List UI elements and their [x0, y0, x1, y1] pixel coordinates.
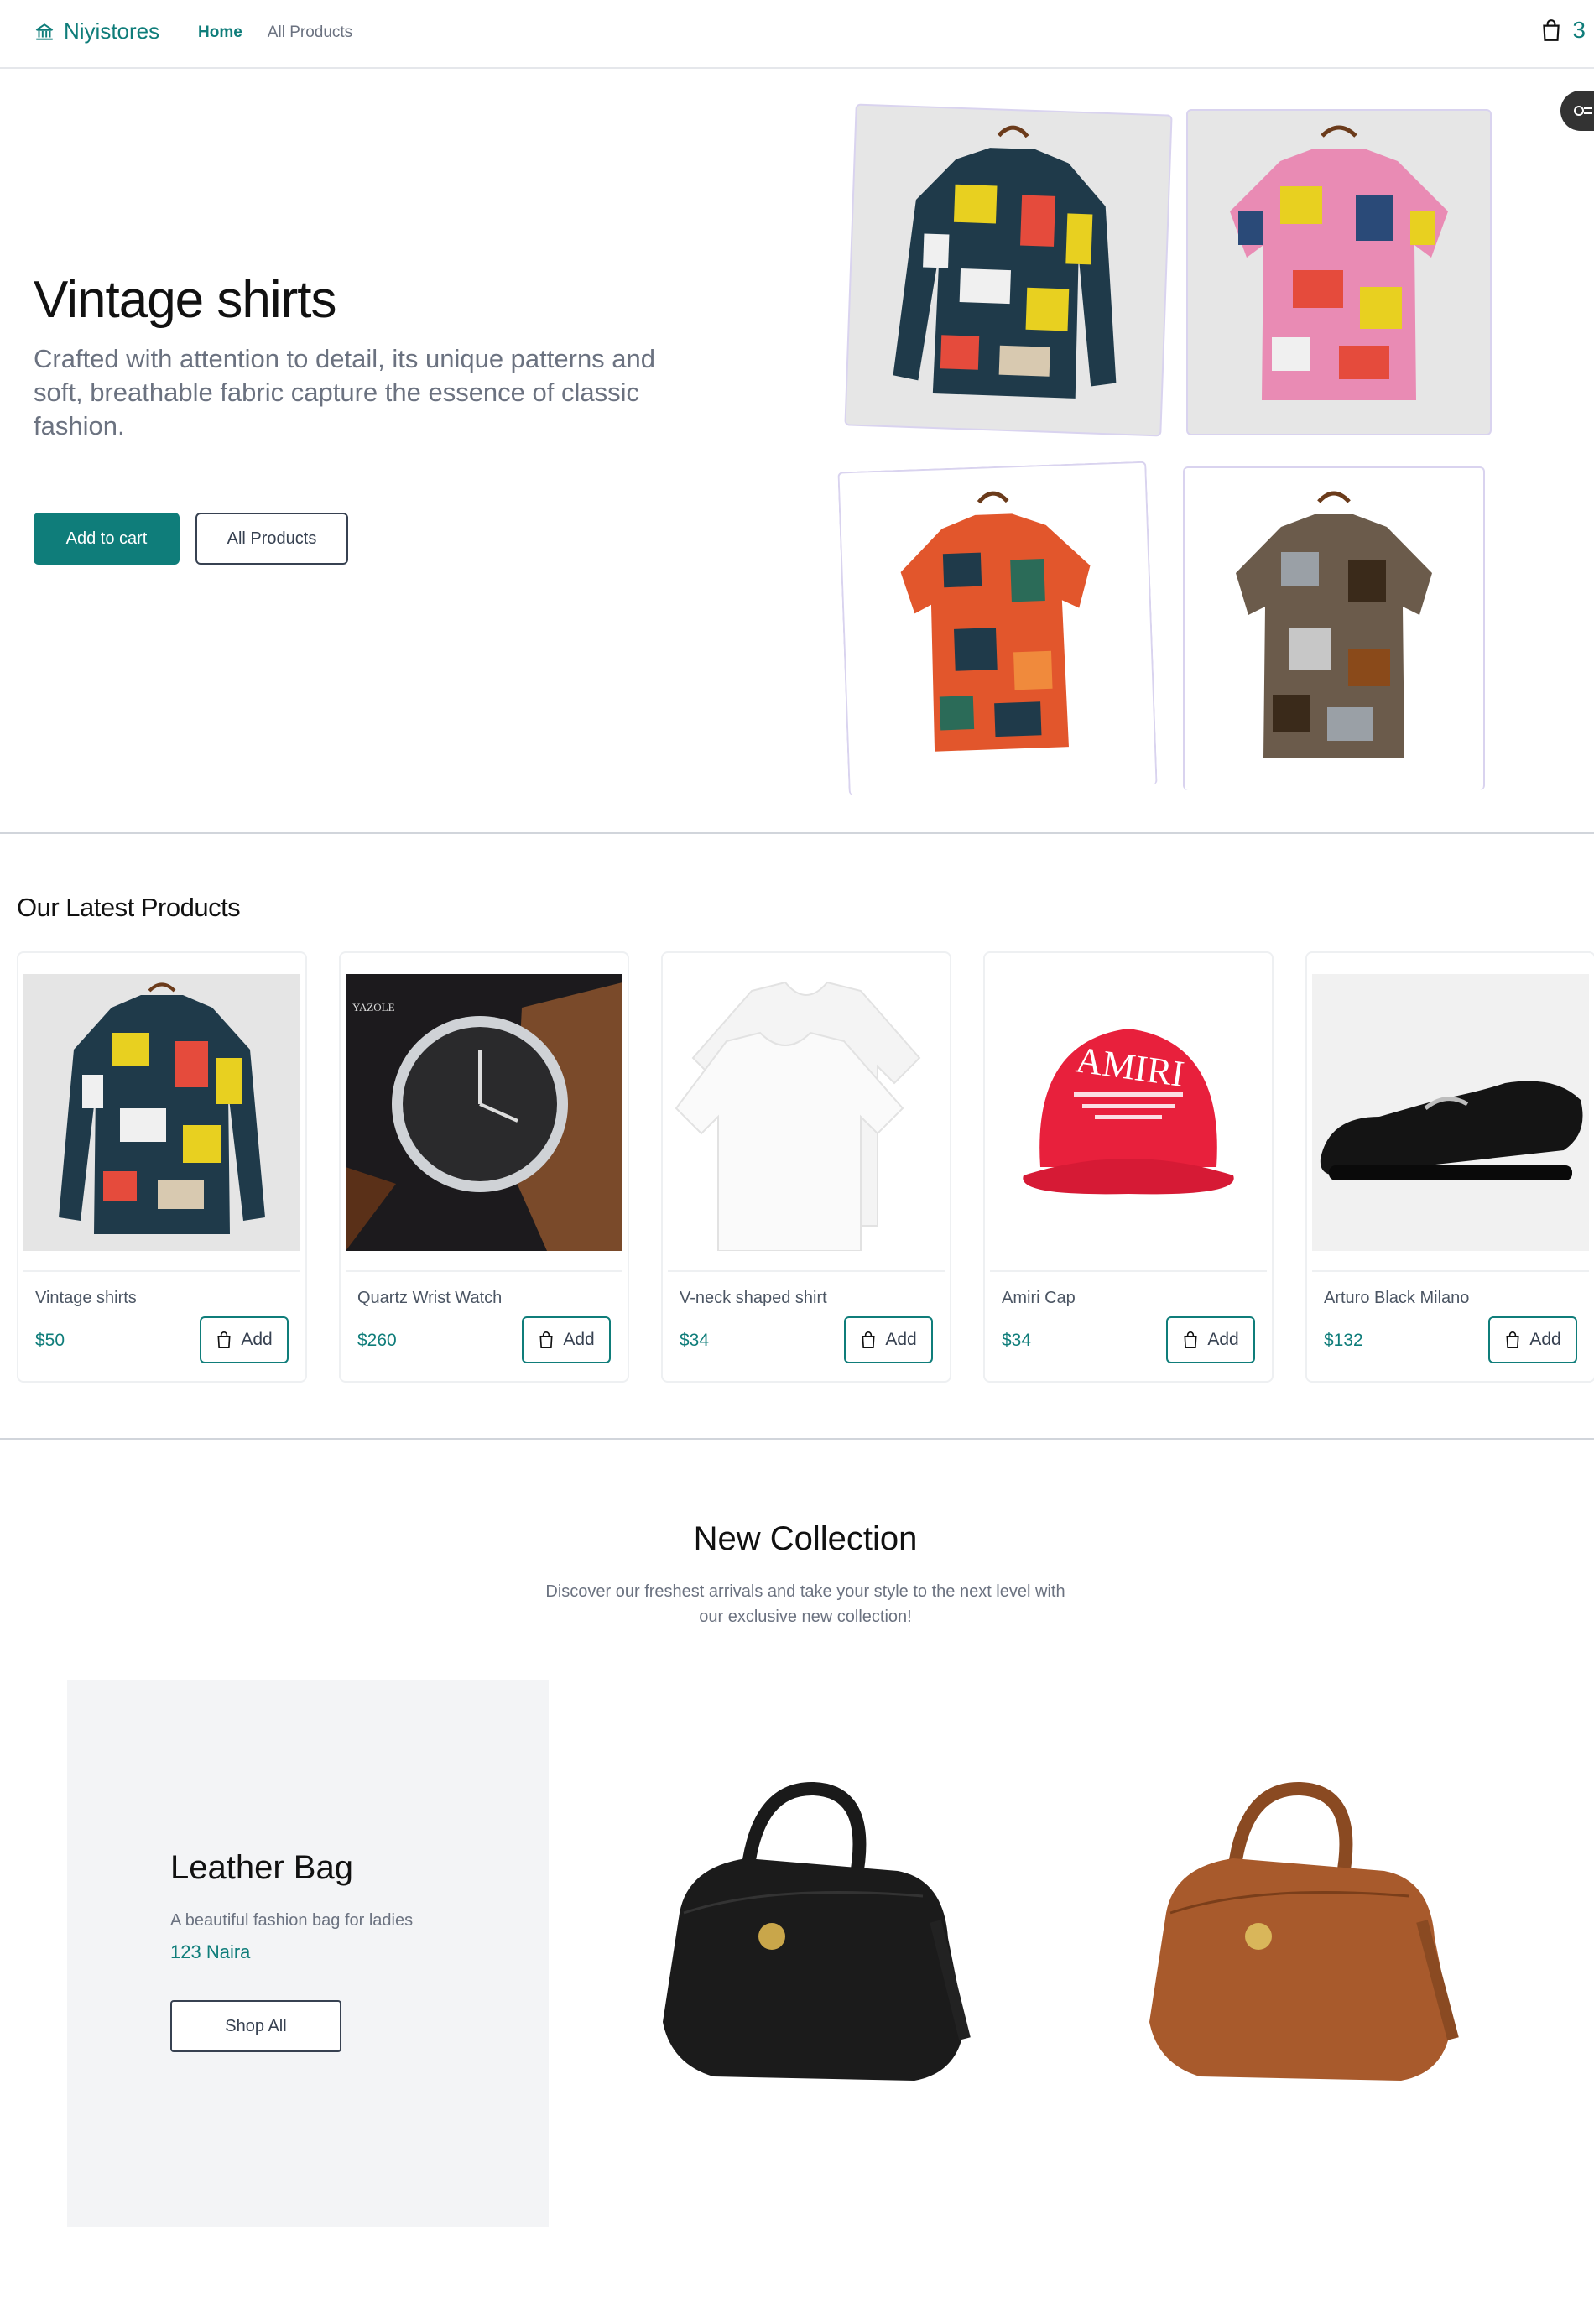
hero-image-shirt-blue [844, 103, 1173, 437]
add-button[interactable]: Add [1488, 1316, 1577, 1363]
product-card[interactable]: Arturo Black Milano $132 Add [1305, 951, 1594, 1383]
shopping-bag-icon [539, 1331, 553, 1348]
new-collection-title: New Collection [693, 1520, 918, 1557]
card-divider [346, 1270, 622, 1272]
add-button[interactable]: Add [522, 1316, 611, 1363]
add-to-cart-button[interactable]: Add to cart [34, 513, 180, 565]
product-price: $34 [1002, 1331, 1032, 1350]
shopping-bag-icon [862, 1331, 875, 1348]
add-label: Add [885, 1330, 917, 1349]
latest-products-title: Our Latest Products [17, 893, 241, 922]
product-price: $34 [680, 1331, 710, 1350]
hero-description: Crafted with attention to detail, its un… [34, 344, 656, 440]
product-name: Amiri Cap [1002, 1289, 1076, 1307]
theme-toggle[interactable] [1560, 91, 1594, 131]
shopping-bag-icon [1506, 1331, 1519, 1348]
product-image: YAZOLE [346, 974, 622, 1251]
nav-home[interactable]: Home [198, 23, 242, 42]
bank-icon [35, 23, 54, 40]
shop-all-button[interactable]: Shop All [170, 2000, 341, 2052]
product-name: Vintage shirts [35, 1289, 137, 1307]
card-divider [668, 1270, 945, 1272]
product-name: Arturo Black Milano [1324, 1289, 1470, 1307]
brand-logo[interactable]: Niyistores [34, 18, 159, 44]
cart-button[interactable]: 3 [1540, 17, 1586, 44]
add-button[interactable]: Add [200, 1316, 289, 1363]
product-image: AMIRI [990, 974, 1267, 1251]
add-button[interactable]: Add [1166, 1316, 1255, 1363]
hero-title: Vintage shirts [34, 271, 337, 329]
section-divider [0, 1438, 1594, 1440]
feature-panel [67, 1680, 549, 2227]
card-divider [990, 1270, 1267, 1272]
product-name: V-neck shaped shirt [680, 1289, 827, 1307]
product-name: Quartz Wrist Watch [357, 1289, 503, 1307]
main-nav: Home All Products [198, 23, 352, 42]
hero-image-shirt-patchwork [1183, 466, 1485, 790]
shopping-bag-icon [1184, 1331, 1197, 1348]
product-price: $260 [357, 1331, 397, 1350]
shopping-bag-icon [1543, 19, 1560, 41]
brand-name: Niyistores [64, 18, 160, 44]
feature-price: 123 Naira [170, 1941, 251, 1962]
all-products-button[interactable]: All Products [195, 513, 348, 565]
add-label: Add [563, 1330, 595, 1349]
product-image [1312, 974, 1589, 1251]
brown-leather-bag-image [1141, 1770, 1477, 2106]
new-collection-description: Discover our freshest arrivals and take … [545, 1582, 1065, 1626]
add-label: Add [1207, 1330, 1239, 1349]
hero-image-shirt-pink [1186, 109, 1492, 435]
product-card[interactable]: V-neck shaped shirt $34 Add [661, 951, 951, 1383]
add-label: Add [241, 1330, 273, 1349]
feature-description: A beautiful fashion bag for ladies [170, 1911, 414, 1930]
product-price: $132 [1324, 1331, 1363, 1350]
section-divider [0, 832, 1594, 834]
card-divider [1312, 1270, 1589, 1272]
product-card[interactable]: Vintage shirts $50 Add [17, 951, 307, 1383]
add-label: Add [1529, 1330, 1561, 1349]
add-button[interactable]: Add [844, 1316, 933, 1363]
shopping-bag-icon [217, 1331, 231, 1348]
product-price: $50 [35, 1331, 65, 1350]
toggle-icon [1574, 106, 1592, 116]
watch-brand-text: YAZOLE [352, 1001, 395, 1013]
product-card[interactable]: YAZOLE Quartz Wrist Watch $260 Add [339, 951, 629, 1383]
product-image [668, 974, 945, 1251]
cart-count: 3 [1572, 17, 1586, 43]
black-leather-bag-image [646, 1770, 982, 2106]
card-divider [23, 1270, 300, 1272]
hero-image-shirt-orange [837, 461, 1158, 796]
feature-title: Leather Bag [170, 1849, 353, 1886]
product-card[interactable]: AMIRI Amiri Cap $34 Add [983, 951, 1274, 1383]
nav-all-products[interactable]: All Products [268, 23, 352, 42]
product-image [23, 974, 300, 1251]
